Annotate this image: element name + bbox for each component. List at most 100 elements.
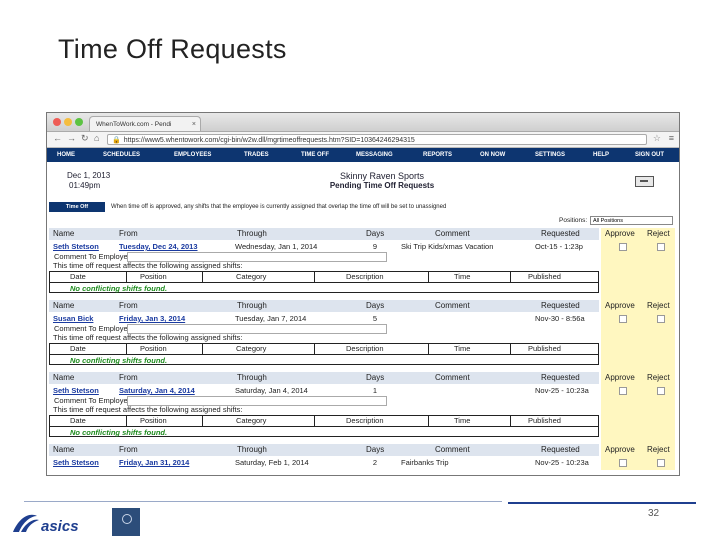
row-divider: [50, 282, 598, 283]
approval-notice: When time off is approved, any shifts th…: [111, 204, 447, 210]
nav-employees[interactable]: EMPLOYEES: [174, 148, 211, 162]
nav-on-now[interactable]: ON NOW: [480, 148, 505, 162]
request-from[interactable]: Friday, Jan 3, 2014: [119, 314, 185, 323]
request-name[interactable]: Seth Stetson: [53, 386, 99, 395]
shift-column-header: Category: [236, 272, 267, 281]
shift-column-header: Position: [140, 344, 167, 353]
approve-checkbox[interactable]: [619, 315, 627, 323]
nav-reports[interactable]: REPORTS: [423, 148, 452, 162]
row-divider: [50, 426, 598, 427]
shift-column-header: Date: [70, 344, 86, 353]
nav-settings[interactable]: SETTINGS: [535, 148, 565, 162]
request-requested: Oct-15 - 1:23p: [535, 242, 583, 251]
tab-close-icon[interactable]: ×: [192, 117, 196, 132]
affected-shifts-label: This time off request affects the follow…: [53, 405, 243, 414]
asics-wordmark: asics: [41, 518, 79, 535]
current-datetime: Dec 1, 2013 01:49pm: [67, 171, 110, 191]
column-divider: [202, 272, 203, 282]
school-crest-icon: [112, 508, 140, 536]
current-time: 01:49pm: [69, 181, 101, 190]
approval-area: [601, 372, 675, 444]
request-requested: Nov-30 - 8:56a: [535, 314, 585, 323]
column-header: Name: [53, 445, 75, 454]
company-name: Skinny Raven Sports: [339, 171, 425, 181]
column-header: Approve: [605, 373, 635, 382]
tab-title: WhenToWork.com - Pendi: [96, 121, 172, 128]
shift-column-header: Description: [346, 344, 384, 353]
approve-checkbox[interactable]: [619, 243, 627, 251]
request-name[interactable]: Seth Stetson: [53, 458, 99, 467]
asics-logo: asics: [13, 514, 79, 535]
page-header: Skinny Raven Sports Pending Time Off Req…: [277, 171, 487, 191]
request-name[interactable]: Susan Bick: [53, 314, 93, 323]
nav-messaging[interactable]: MESSAGING: [356, 148, 393, 162]
browser-menu-icon[interactable]: ≡: [669, 133, 674, 143]
column-header: Comment: [435, 229, 470, 238]
maximize-window-icon[interactable]: [75, 118, 83, 126]
nav-help[interactable]: HELP: [593, 148, 609, 162]
minimize-window-icon[interactable]: [64, 118, 72, 126]
column-header: Reject: [647, 373, 670, 382]
shift-column-header: Position: [140, 272, 167, 281]
column-divider: [428, 344, 429, 354]
nav-schedules[interactable]: SCHEDULES: [103, 148, 140, 162]
reject-checkbox[interactable]: [657, 387, 665, 395]
nav-home[interactable]: HOME: [57, 148, 75, 162]
column-header: Requested: [541, 229, 580, 238]
column-divider: [314, 344, 315, 354]
shift-column-header: Time: [454, 416, 471, 425]
request-row: Susan Bick Friday, Jan 3, 2014 Tuesday, Ja…: [49, 312, 675, 324]
shift-column-header: Published: [528, 272, 561, 281]
forward-icon[interactable]: →: [67, 133, 76, 143]
nav-time-off[interactable]: TIME OFF: [301, 148, 329, 162]
close-window-icon[interactable]: [53, 118, 61, 126]
home-icon[interactable]: ⌂: [94, 133, 99, 143]
shift-column-header: Published: [528, 416, 561, 425]
bookmark-star-icon[interactable]: ☆: [653, 133, 661, 144]
shift-column-header: Time: [454, 272, 471, 281]
request-row: Seth Stetson Tuesday, Dec 24, 2013 Wednesd…: [49, 240, 675, 252]
row-divider: [50, 354, 598, 355]
print-icon[interactable]: [635, 176, 654, 187]
positions-selected: All Positions: [593, 218, 623, 224]
column-header: Comment: [435, 373, 470, 382]
approve-checkbox[interactable]: [619, 459, 627, 467]
browser-screenshot: WhenToWork.com - Pendi × ← → ↻ ⌂ 🔒 https:…: [46, 112, 680, 476]
nav-trades[interactable]: TRADES: [244, 148, 269, 162]
no-conflicts-message: No conflicting shifts found.: [70, 284, 168, 293]
no-conflicts-message: No conflicting shifts found.: [70, 428, 168, 437]
reject-checkbox[interactable]: [657, 459, 665, 467]
request-days: 5: [372, 314, 378, 323]
shift-column-header: Description: [346, 272, 384, 281]
nav-sign-out[interactable]: SIGN OUT: [635, 148, 664, 162]
column-header: Days: [366, 301, 385, 310]
reject-checkbox[interactable]: [657, 315, 665, 323]
column-divider: [202, 344, 203, 354]
footer-rule: [24, 501, 502, 502]
column-divider: [126, 416, 127, 426]
column-header: Requested: [541, 301, 580, 310]
back-icon[interactable]: ←: [53, 133, 62, 143]
request-requested: Nov-25 - 10:23a: [535, 458, 589, 467]
reject-checkbox[interactable]: [657, 243, 665, 251]
url-text: https://www5.whentowork.com/cgi-bin/w2w.…: [123, 137, 415, 144]
column-header: Requested: [541, 373, 580, 382]
column-header: Comment: [435, 301, 470, 310]
request-from[interactable]: Tuesday, Dec 24, 2013: [119, 242, 198, 251]
approve-checkbox[interactable]: [619, 387, 627, 395]
lock-icon: 🔒: [112, 137, 121, 144]
request-row: Seth Stetson Friday, Jan 31, 2014 Saturday…: [49, 456, 675, 468]
reload-icon[interactable]: ↻: [81, 133, 89, 144]
shift-column-header: Category: [236, 344, 267, 353]
request-from[interactable]: Friday, Jan 31, 2014: [119, 458, 189, 467]
request-from[interactable]: Saturday, Jan 4, 2014: [119, 386, 195, 395]
url-bar[interactable]: 🔒 https://www5.whentowork.com/cgi-bin/w2w…: [107, 134, 647, 145]
column-header: Requested: [541, 445, 580, 454]
request-block: Name From Through Days Comment Requested Appro…: [49, 372, 675, 444]
column-header: Reject: [647, 445, 670, 454]
comment-to-employee-label: Comment To Employee:: [54, 324, 134, 333]
request-name[interactable]: Seth Stetson: [53, 242, 99, 251]
column-header: Comment: [435, 445, 470, 454]
browser-tab[interactable]: WhenToWork.com - Pendi ×: [89, 116, 201, 131]
positions-select[interactable]: All Positions: [590, 216, 673, 225]
